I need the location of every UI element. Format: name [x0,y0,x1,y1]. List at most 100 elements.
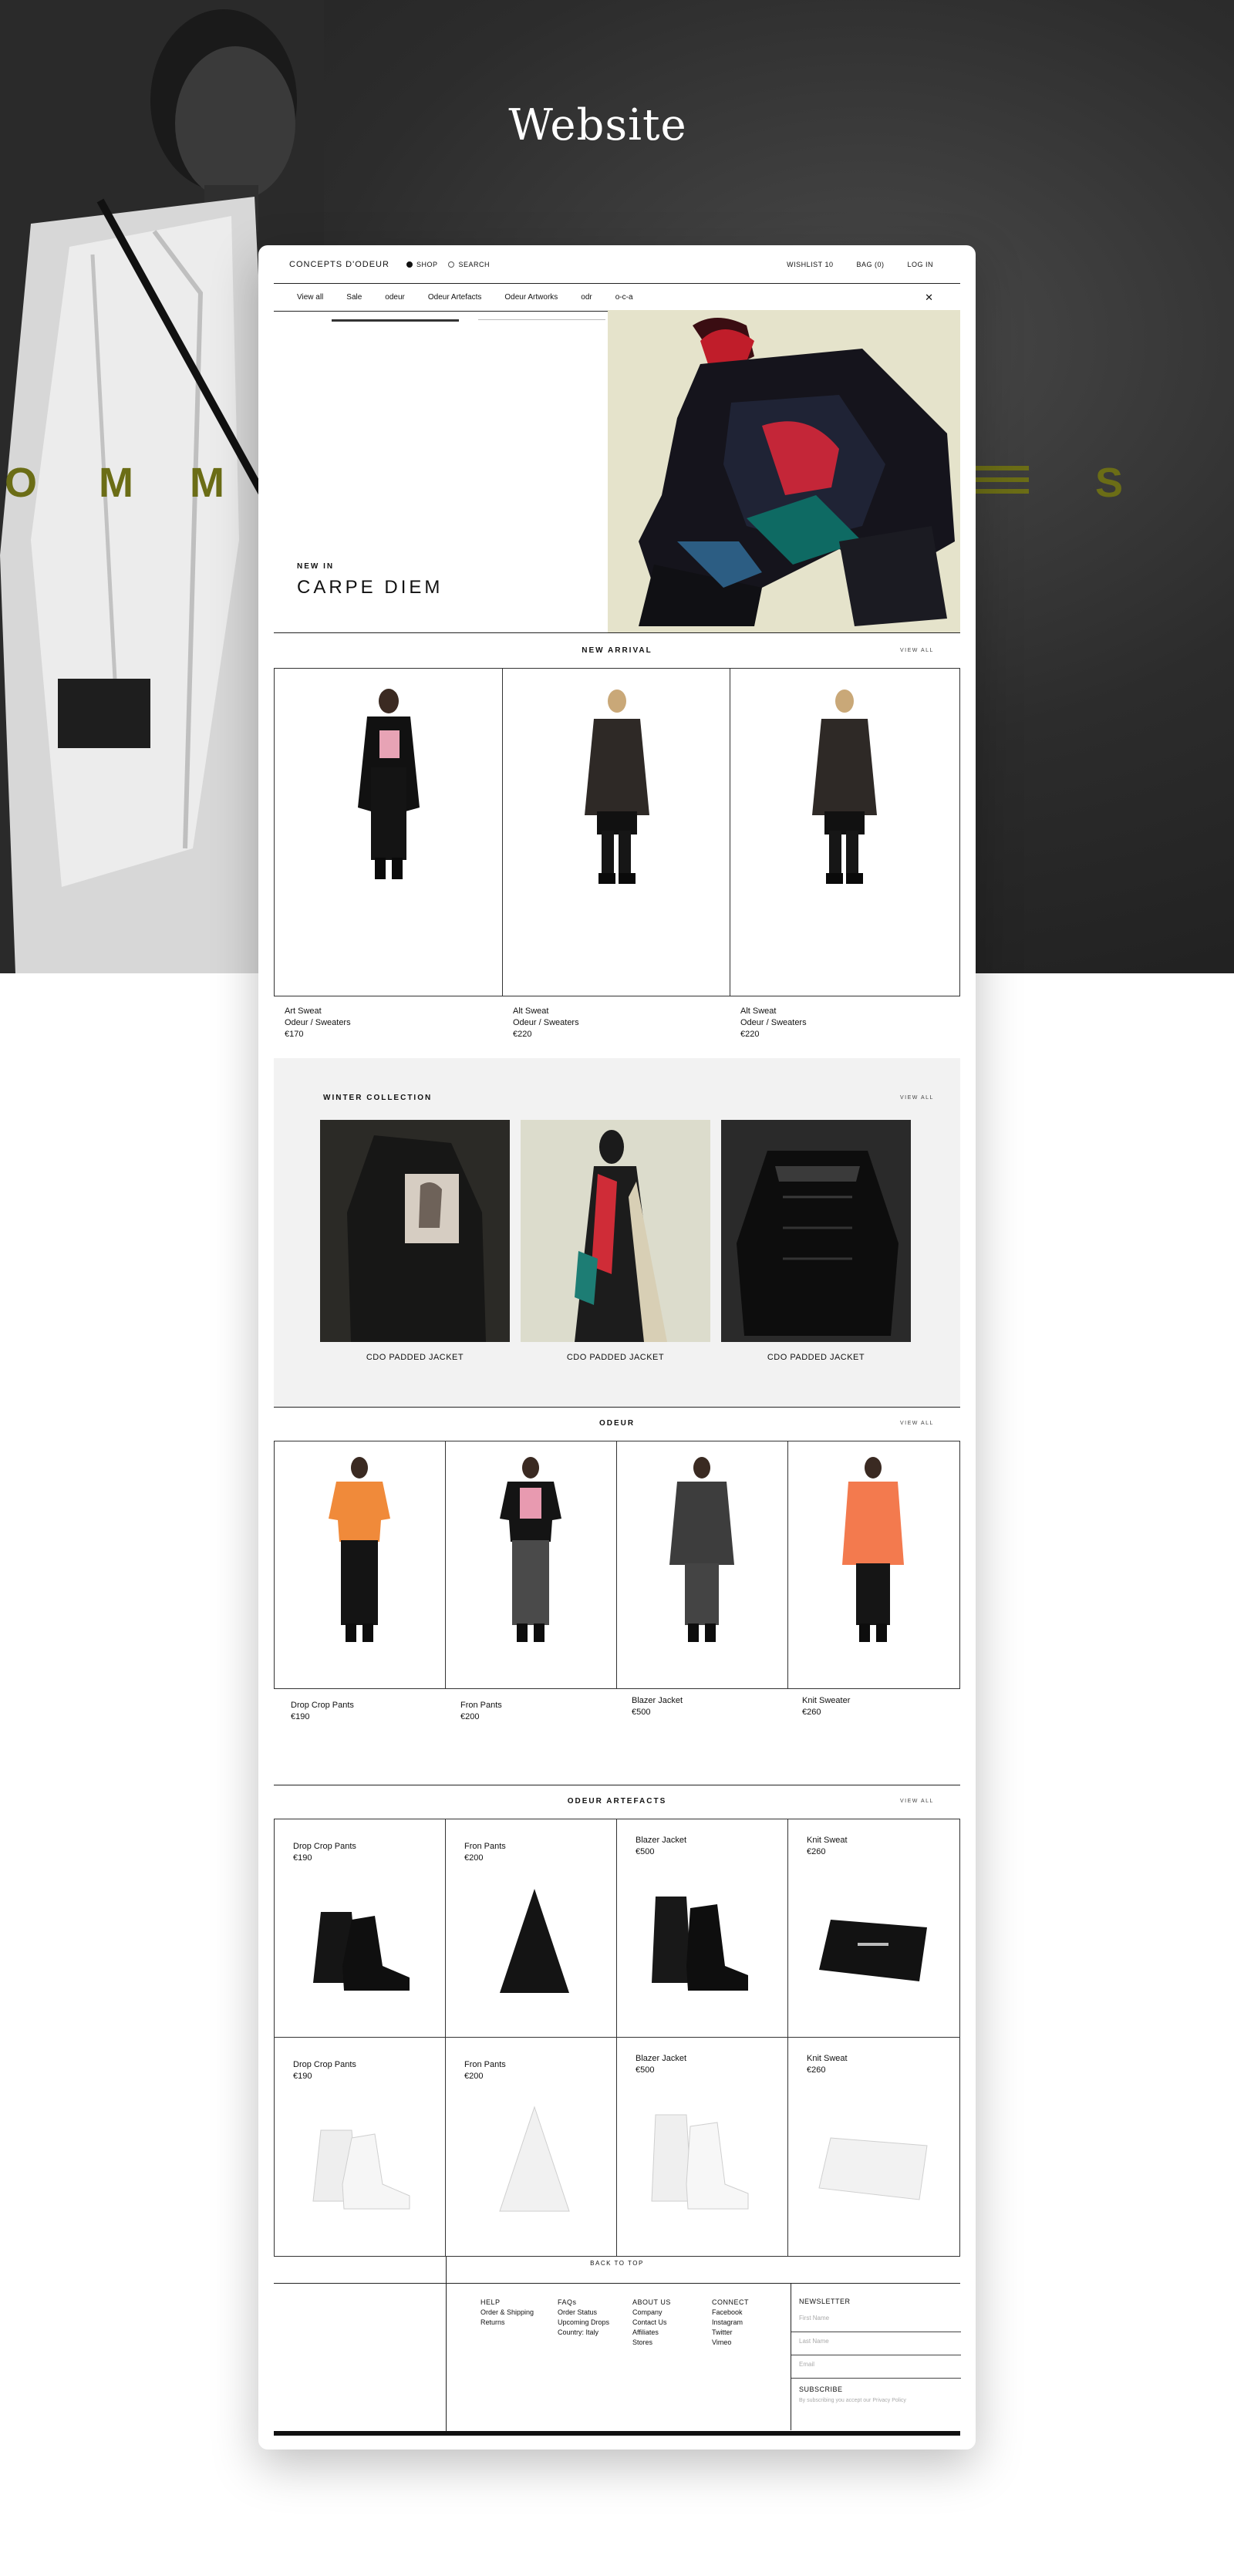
odeur-view-all-link[interactable]: VIEW ALL [900,1421,934,1426]
newsletter-title: NEWSLETTER [799,2298,851,2305]
winter-product-name[interactable]: CDO PADDED JACKET [320,1353,510,1362]
winter-product-image[interactable] [320,1120,510,1342]
product-image [819,1920,927,1981]
nav-item-odeur-artefacts[interactable]: Odeur Artefacts [428,293,481,302]
product-card[interactable] [788,1441,959,1688]
product-price: €200 [464,1853,484,1863]
artefact-card[interactable]: Knit Sweat €260 [788,1819,959,2038]
artefact-card[interactable]: Blazer Jacket €500 [617,2038,788,2256]
section-title-artefacts: ODEUR ARTEFACTS [567,1797,667,1806]
subscribe-button[interactable]: SUBSCRIBE [799,2385,843,2393]
divider [274,1407,960,1408]
bag-link[interactable]: BAG (0) [856,261,884,268]
product-name[interactable]: Drop Crop Pants [293,2059,356,2071]
nav-item-sale[interactable]: Sale [346,293,362,302]
winter-product-image[interactable] [521,1120,710,1342]
footer-link[interactable]: Country: Italy [558,2328,609,2338]
product-card[interactable] [446,1441,617,1688]
footer-link[interactable]: Order Status [558,2308,609,2318]
product-image [275,1441,445,1688]
product-caption: Alt Sweat Odeur / Sweaters €220 [740,1006,807,1040]
footer-link[interactable]: Contact Us [632,2318,671,2328]
odeur-grid [274,1441,960,1689]
site-header: CONCEPTS D'ODEUR SHOP SEARCH WISHLIST 10… [274,245,960,284]
login-link[interactable]: LOG IN [907,261,933,268]
footer-link[interactable]: Twitter [712,2328,749,2338]
artefacts-grid: Drop Crop Pants €190 Fron Pants €200 Blaze… [274,1819,960,2257]
artefact-card[interactable]: Drop Crop Pants €190 [275,1819,446,2038]
nav-item-view-all[interactable]: View all [297,293,323,302]
winter-collection-panel: WINTER COLLECTION VIEW ALL CDO PADDED JA… [274,1058,960,1407]
artefact-card[interactable]: Fron Pants €200 [446,1819,617,2038]
product-card[interactable] [503,669,730,996]
close-icon[interactable]: ✕ [925,292,933,304]
artefact-card[interactable]: Fron Pants €200 [446,2038,617,2256]
product-name[interactable]: Drop Crop Pants [291,1700,354,1711]
footer-link[interactable]: Affiliates [632,2328,671,2338]
product-name[interactable]: Knit Sweater [802,1695,850,1707]
footer-link[interactable]: Stores [632,2338,671,2348]
product-name[interactable]: Art Sweat [285,1006,351,1017]
product-image [617,1441,787,1688]
footer-link[interactable]: Facebook [712,2308,749,2318]
footer-heading: FAQs [558,2298,577,2306]
footer-about-column: ABOUT US Company Contact Us Affiliates S… [632,2298,671,2348]
privacy-note: By subscribing you accept our Privacy Po… [799,2398,906,2403]
artefact-card[interactable]: Knit Sweat €260 [788,2038,959,2256]
site-logo[interactable]: CONCEPTS D'ODEUR [289,260,389,269]
footer-link[interactable]: Order & Shipping [480,2308,534,2318]
product-name[interactable]: Knit Sweat [807,2053,848,2065]
product-name[interactable]: Fron Pants [460,1700,502,1711]
product-name[interactable]: Blazer Jacket [636,2053,686,2065]
hero-deco-letter: S [1095,460,1124,506]
footer-link[interactable]: Upcoming Drops [558,2318,609,2328]
footer-link[interactable]: Company [632,2308,671,2318]
product-image [730,669,959,996]
search-mode-radio[interactable]: SEARCH [448,261,490,268]
product-name[interactable]: Blazer Jacket [636,1835,686,1846]
website-mockup-card: CONCEPTS D'ODEUR SHOP SEARCH WISHLIST 10… [258,245,976,2450]
banner-title[interactable]: CARPE DIEM [297,577,443,598]
product-card[interactable] [617,1441,788,1688]
nav-item-odeur[interactable]: odeur [385,293,405,302]
footer-connect-column: CONNECT Facebook Instagram Twitter Vimeo [712,2298,749,2348]
winter-product-name[interactable]: CDO PADDED JACKET [721,1353,911,1362]
product-name[interactable]: Blazer Jacket [632,1695,683,1707]
artefact-card[interactable]: Drop Crop Pants €190 [275,2038,446,2256]
nav-item-oca[interactable]: o-c-a [615,293,633,302]
banner-image[interactable] [608,310,960,632]
footer-link[interactable]: Returns [480,2318,534,2328]
shop-mode-radio[interactable]: SHOP [406,261,438,268]
artefacts-view-all-link[interactable]: VIEW ALL [900,1799,934,1804]
product-name[interactable]: Alt Sweat [740,1006,807,1017]
artefact-card[interactable]: Blazer Jacket €500 [617,1819,788,2038]
winter-product-image[interactable] [721,1120,911,1342]
nav-item-odeur-artworks[interactable]: Odeur Artworks [504,293,558,302]
footer-link[interactable]: Vimeo [712,2338,749,2348]
product-price: €200 [460,1712,480,1721]
product-card[interactable] [730,669,959,996]
slider-progress-active [332,319,459,322]
section-title-odeur: ODEUR [598,1419,636,1428]
new-arrival-grid [274,668,960,996]
product-card[interactable] [275,669,503,996]
product-name[interactable]: Fron Pants [464,1841,506,1853]
wishlist-link[interactable]: WISHLIST 10 [787,261,833,268]
winter-view-all-link[interactable]: VIEW ALL [900,1095,934,1101]
first-name-field[interactable]: First Name [799,2315,829,2321]
product-price: €500 [632,1708,651,1717]
product-name[interactable]: Alt Sweat [513,1006,579,1017]
product-card[interactable] [275,1441,446,1688]
product-category: Odeur / Sweaters [513,1018,579,1027]
product-name[interactable]: Knit Sweat [807,1835,848,1846]
footer-link[interactable]: Instagram [712,2318,749,2328]
new-arrival-view-all-link[interactable]: VIEW ALL [900,648,934,653]
product-name[interactable]: Drop Crop Pants [293,1841,356,1853]
back-to-top-link[interactable]: BACK TO TOP [274,2260,960,2267]
last-name-field[interactable]: Last Name [799,2338,829,2345]
winter-product-name[interactable]: CDO PADDED JACKET [521,1353,710,1362]
nav-item-odr[interactable]: odr [581,293,592,302]
email-field[interactable]: Email [799,2361,814,2368]
product-price: €220 [740,1030,760,1039]
product-name[interactable]: Fron Pants [464,2059,506,2071]
